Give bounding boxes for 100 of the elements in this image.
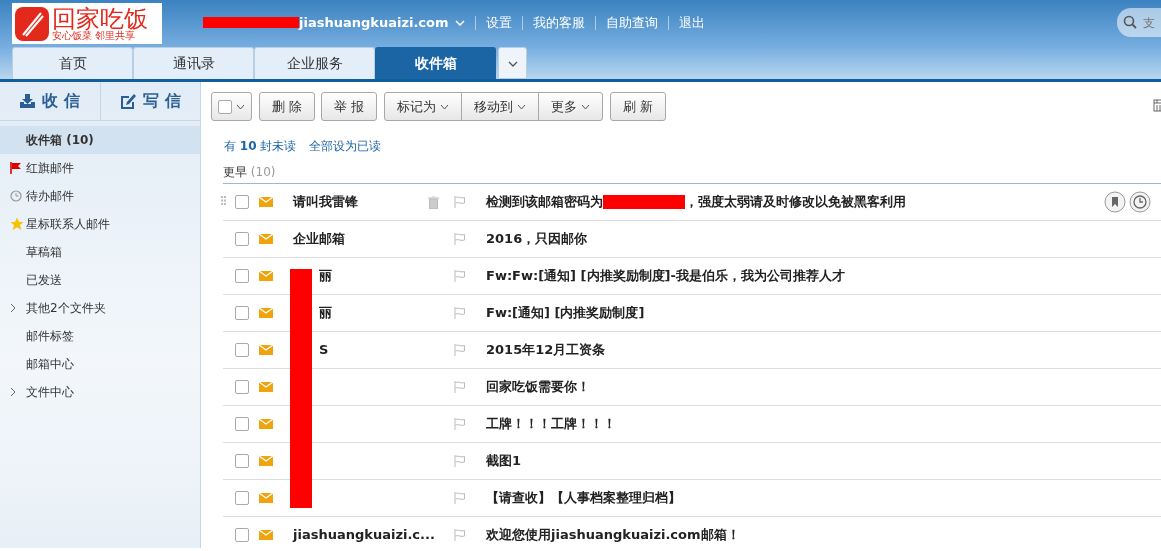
logo-slogan: 安心饭菜 邻里共享 xyxy=(52,30,136,41)
sidebar-item[interactable]: 红旗邮件 xyxy=(0,154,200,182)
flag-icon[interactable] xyxy=(454,344,466,356)
logo[interactable]: 回家吃饭 安心饭菜 邻里共享 xyxy=(12,3,162,44)
tab[interactable]: 首页 xyxy=(12,47,133,79)
caret-icon xyxy=(581,104,591,111)
search-field[interactable]: 支 xyxy=(1117,8,1161,37)
clock-icon[interactable] xyxy=(1129,191,1151,213)
checkbox[interactable] xyxy=(235,417,249,431)
sidebar-item[interactable]: 其他2个文件夹 xyxy=(0,294,200,322)
flag-icon[interactable] xyxy=(454,233,466,245)
flag-icon[interactable] xyxy=(454,455,466,467)
flag-icon[interactable] xyxy=(454,270,466,282)
subject[interactable]: ，强度太弱请及时修改以免被黑客利用 xyxy=(685,192,906,212)
select-all-dropdown[interactable] xyxy=(211,92,253,121)
checkbox[interactable] xyxy=(235,232,249,246)
subject[interactable]: 2015年12月工资条 xyxy=(486,340,606,360)
caret-icon xyxy=(236,104,246,111)
delete-icon[interactable] xyxy=(428,195,439,209)
sidebar-item[interactable]: 收件箱 (10) xyxy=(0,126,200,154)
drag-handle-icon[interactable] xyxy=(221,196,226,205)
message-row[interactable]: jiashuangkuaizi.c... 欢迎您使用jiashuangkuaizi.com邮箱！ xyxy=(223,517,1161,551)
envelope-icon xyxy=(259,197,273,207)
tab[interactable]: 企业服务 xyxy=(254,47,375,79)
dropdown-button[interactable]: 移动到 xyxy=(461,92,540,121)
chopsticks-icon xyxy=(15,6,49,41)
bookmark-icon[interactable] xyxy=(1103,191,1126,213)
subject[interactable]: 2016，只因邮你 xyxy=(486,229,588,249)
envelope-icon xyxy=(259,419,273,429)
edit-icon xyxy=(119,93,137,109)
subject[interactable]: 工牌！！！工牌！！！ xyxy=(486,414,616,434)
envelope-icon xyxy=(259,382,273,392)
compose-button[interactable]: 写 信 xyxy=(99,82,200,120)
clock-icon xyxy=(10,190,22,202)
envelope-icon xyxy=(259,456,273,466)
sidebar-item[interactable]: 邮箱中心 xyxy=(0,350,200,378)
chevron-right-icon[interactable] xyxy=(10,387,16,397)
envelope-icon xyxy=(259,308,273,318)
caret-icon xyxy=(517,104,527,111)
toolbar-button[interactable]: 删 除 xyxy=(258,92,315,121)
sidebar-item[interactable]: 已发送 xyxy=(0,266,200,294)
download-icon xyxy=(19,93,37,109)
checkbox[interactable] xyxy=(235,306,249,320)
tab[interactable]: 收件箱 xyxy=(375,47,496,79)
checkbox[interactable] xyxy=(235,528,249,542)
checkbox[interactable] xyxy=(235,269,249,283)
logo-title: 回家吃饭 xyxy=(52,6,148,31)
subject[interactable]: 回家吃饭需要你！ xyxy=(486,377,590,397)
sender-name: jiashuangkuaizi.c... xyxy=(293,527,435,543)
caret-icon xyxy=(507,60,518,67)
flag-icon[interactable] xyxy=(454,381,466,393)
flag-icon[interactable] xyxy=(454,492,466,504)
mark-all-read-link[interactable]: 全部设为已读 xyxy=(309,137,382,155)
flag-icon[interactable] xyxy=(454,307,466,319)
group-count: (10) xyxy=(249,165,276,179)
envelope-icon xyxy=(259,345,273,355)
envelope-icon xyxy=(259,271,273,281)
group-label: 更早 xyxy=(223,165,247,179)
envelope-icon xyxy=(259,493,273,503)
chevron-right-icon[interactable] xyxy=(10,303,16,313)
message-row[interactable]: 企业邮箱 2016，只因邮你 xyxy=(223,221,1161,258)
checkbox[interactable] xyxy=(235,491,249,505)
subject[interactable]: 欢迎您使用jiashuangkuaizi.com邮箱！ xyxy=(486,525,740,545)
receive-button[interactable]: 收 信 xyxy=(0,82,100,120)
tab[interactable]: 通讯录 xyxy=(133,47,254,79)
checkbox[interactable] xyxy=(235,195,249,209)
subject[interactable]: 【请查收】【人事档案整理归档】 xyxy=(486,488,681,508)
flag-icon[interactable] xyxy=(454,529,466,541)
sidebar-item[interactable]: 待办邮件 xyxy=(0,182,200,210)
dropdown-button[interactable]: 更多 xyxy=(538,92,604,121)
sidebar-item[interactable]: 文件中心 xyxy=(0,378,200,406)
toolbar-button[interactable]: 刷 新 xyxy=(609,92,666,121)
sender-name: S xyxy=(319,342,329,358)
subject[interactable]: 检测到该邮箱密码为 xyxy=(486,192,603,212)
search-icon xyxy=(1123,15,1137,29)
sender-name: 请叫我雷锋 xyxy=(293,194,358,210)
flag-icon[interactable] xyxy=(454,418,466,430)
sender-name: 企业邮箱 xyxy=(293,231,345,247)
sidebar-item[interactable]: 草稿箱 xyxy=(0,238,200,266)
calendar-icon[interactable] xyxy=(1153,98,1161,112)
checkbox[interactable] xyxy=(235,343,249,357)
subject[interactable]: Fw:Fw:[通知] [内推奖励制度]-我是伯乐，我为公司推荐人才 xyxy=(486,266,845,286)
unread-count: 有 10 封未读 xyxy=(224,138,297,155)
sender-name: 丽 xyxy=(319,268,332,284)
sidebar-item[interactable]: 星标联系人邮件 xyxy=(0,210,200,238)
toolbar-button[interactable]: 举 报 xyxy=(321,92,378,121)
sidebar-item[interactable]: 邮件标签 xyxy=(0,322,200,350)
envelope-icon xyxy=(259,530,273,540)
star-icon xyxy=(10,217,24,231)
dropdown-button[interactable]: 标记为 xyxy=(383,92,463,121)
sender-name: 丽 xyxy=(319,305,332,321)
subject[interactable]: 截图1 xyxy=(486,451,522,471)
subject[interactable]: Fw:[通知] [内推奖励制度] xyxy=(486,303,645,323)
tab-menu-button[interactable] xyxy=(498,47,527,79)
caret-icon[interactable] xyxy=(454,19,465,26)
caret-icon xyxy=(440,104,450,111)
flag-icon[interactable] xyxy=(454,196,466,208)
checkbox[interactable] xyxy=(235,454,249,468)
flag-icon xyxy=(10,162,22,174)
checkbox[interactable] xyxy=(235,380,249,394)
